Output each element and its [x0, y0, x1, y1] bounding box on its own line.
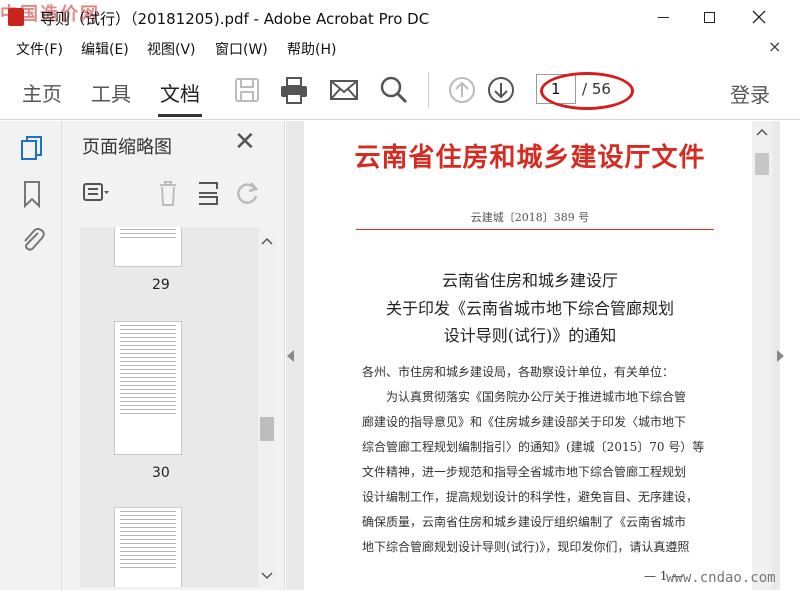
toolbar-separator: [428, 72, 429, 108]
login-button[interactable]: 登录: [730, 79, 770, 108]
thumbnail-scroll-thumb[interactable]: [260, 417, 274, 441]
pdf-page: 云南省住房和城乡建设厅文件 云建城〔2018〕389 号 云南省住房和城乡建设厅…: [304, 121, 756, 590]
title-bar: 中国造价网 导则（试行）（20181205).pdf - Adobe Acrob…: [0, 0, 800, 34]
minimize-button[interactable]: [640, 0, 686, 34]
menu-edit[interactable]: 编辑(E): [81, 39, 129, 59]
panel-title: 页面缩略图: [82, 137, 172, 158]
document-title-line-2: 关于印发《云南省城市地下综合管廊规划: [385, 299, 674, 318]
document-scroll-thumb[interactable]: [755, 153, 769, 175]
thumbnail-scrollbar[interactable]: [258, 232, 276, 586]
body-line-7: 确保质量，云南省住房和城乡建设厅组织编制了《云南省城市: [362, 515, 687, 529]
document-title-line-1: 云南省住房和城乡建设厅: [441, 271, 618, 290]
thumbnail-label-30: 30: [152, 465, 170, 481]
body-line-8: 地下综合管廊规划设计导则(试行)》，现印发你们，请认真遵照: [362, 540, 690, 554]
bookmark-icon[interactable]: [18, 179, 46, 209]
document-number: 云建城〔2018〕389 号: [470, 211, 590, 224]
scroll-up-icon[interactable]: [258, 236, 276, 248]
body-line-1: 各州、市住房和城乡建设局，各勘察设计单位，有关单位：: [362, 365, 675, 379]
save-icon[interactable]: [231, 74, 263, 106]
tab-home[interactable]: 主页: [22, 78, 62, 107]
thumbnail-page-31[interactable]: [114, 507, 182, 587]
thumbnail-page-30[interactable]: [114, 321, 182, 455]
delete-icon[interactable]: [154, 179, 182, 207]
close-window-button[interactable]: [736, 0, 782, 34]
close-document-button[interactable]: ×: [768, 37, 781, 56]
tab-tools[interactable]: 工具: [91, 78, 131, 107]
next-page-icon[interactable]: [485, 74, 517, 106]
active-tab-indicator: [158, 114, 202, 117]
maximize-icon: [703, 11, 715, 23]
options-menu-icon[interactable]: [82, 179, 110, 207]
attachment-icon[interactable]: [18, 223, 46, 253]
menu-view[interactable]: 视图(V): [147, 39, 196, 59]
doc-scroll-up-icon[interactable]: [752, 127, 772, 139]
navigation-pane: [0, 121, 62, 590]
document-scrollbar[interactable]: [752, 121, 772, 590]
maximize-button[interactable]: [686, 0, 732, 34]
document-title-line-3: 设计导则(试行)》的通知: [443, 326, 617, 345]
menu-help[interactable]: 帮助(H): [287, 39, 336, 59]
previous-page-icon[interactable]: [446, 74, 478, 106]
document-header: 云南省住房和城乡建设厅文件: [354, 143, 706, 173]
minimize-icon: [657, 16, 669, 18]
print-icon[interactable]: [278, 74, 310, 106]
page-thumbnails-icon[interactable]: [18, 135, 46, 165]
body-line-5: 文件精神，进一步规范和指导全省城市地下综合管廊工程规划: [362, 465, 687, 479]
close-panel-button[interactable]: ✕: [234, 129, 256, 155]
collapse-left-panel-icon[interactable]: [287, 350, 294, 362]
scroll-down-icon[interactable]: [258, 570, 276, 582]
body-line-2: 为认真贯彻落实《国务院办公厅关于推进城市地下综合管: [362, 390, 687, 404]
thumbnail-label-29: 29: [152, 277, 170, 293]
close-icon: [752, 10, 766, 24]
thumbnail-page-29[interactable]: [114, 227, 182, 267]
menu-bar: 文件(F) 编辑(E) 视图(V) 窗口(W) 帮助(H) ×: [0, 36, 800, 60]
rotate-icon[interactable]: [234, 179, 262, 207]
extract-pages-icon[interactable]: [194, 179, 222, 207]
menu-file[interactable]: 文件(F): [16, 39, 63, 59]
window-title: 导则（试行）（20181205).pdf - Adobe Acrobat Pro…: [40, 10, 430, 28]
expand-right-panel-icon[interactable]: [777, 350, 784, 362]
tab-document[interactable]: 文档: [160, 78, 200, 107]
body-line-4: 综合管廊工程规划编制指引〉的通知》(建城〔2015〕70 号）等: [362, 440, 705, 454]
email-icon[interactable]: [328, 74, 360, 106]
document-view: 云南省住房和城乡建设厅文件 云建城〔2018〕389 号 云南省住房和城乡建设厅…: [286, 121, 780, 590]
menu-window[interactable]: 窗口(W): [215, 39, 268, 59]
thumbnail-list: 29 30: [80, 227, 260, 587]
body-line-3: 廊建设的指导意见》和《住房城乡建设部关于印发〈城市地下: [362, 415, 687, 429]
panel-toolbar: [62, 165, 285, 215]
header-rule: [356, 229, 714, 230]
page-highlight-ellipse: [540, 72, 634, 110]
toolbar: 主页 工具 文档 登录: [0, 62, 800, 120]
site-url-watermark: www.cndao.com: [666, 570, 776, 586]
search-icon[interactable]: [378, 74, 410, 106]
body-line-6: 设计编制工作，提高规划设计的科学性，避免盲目、无序建设，: [362, 490, 699, 504]
